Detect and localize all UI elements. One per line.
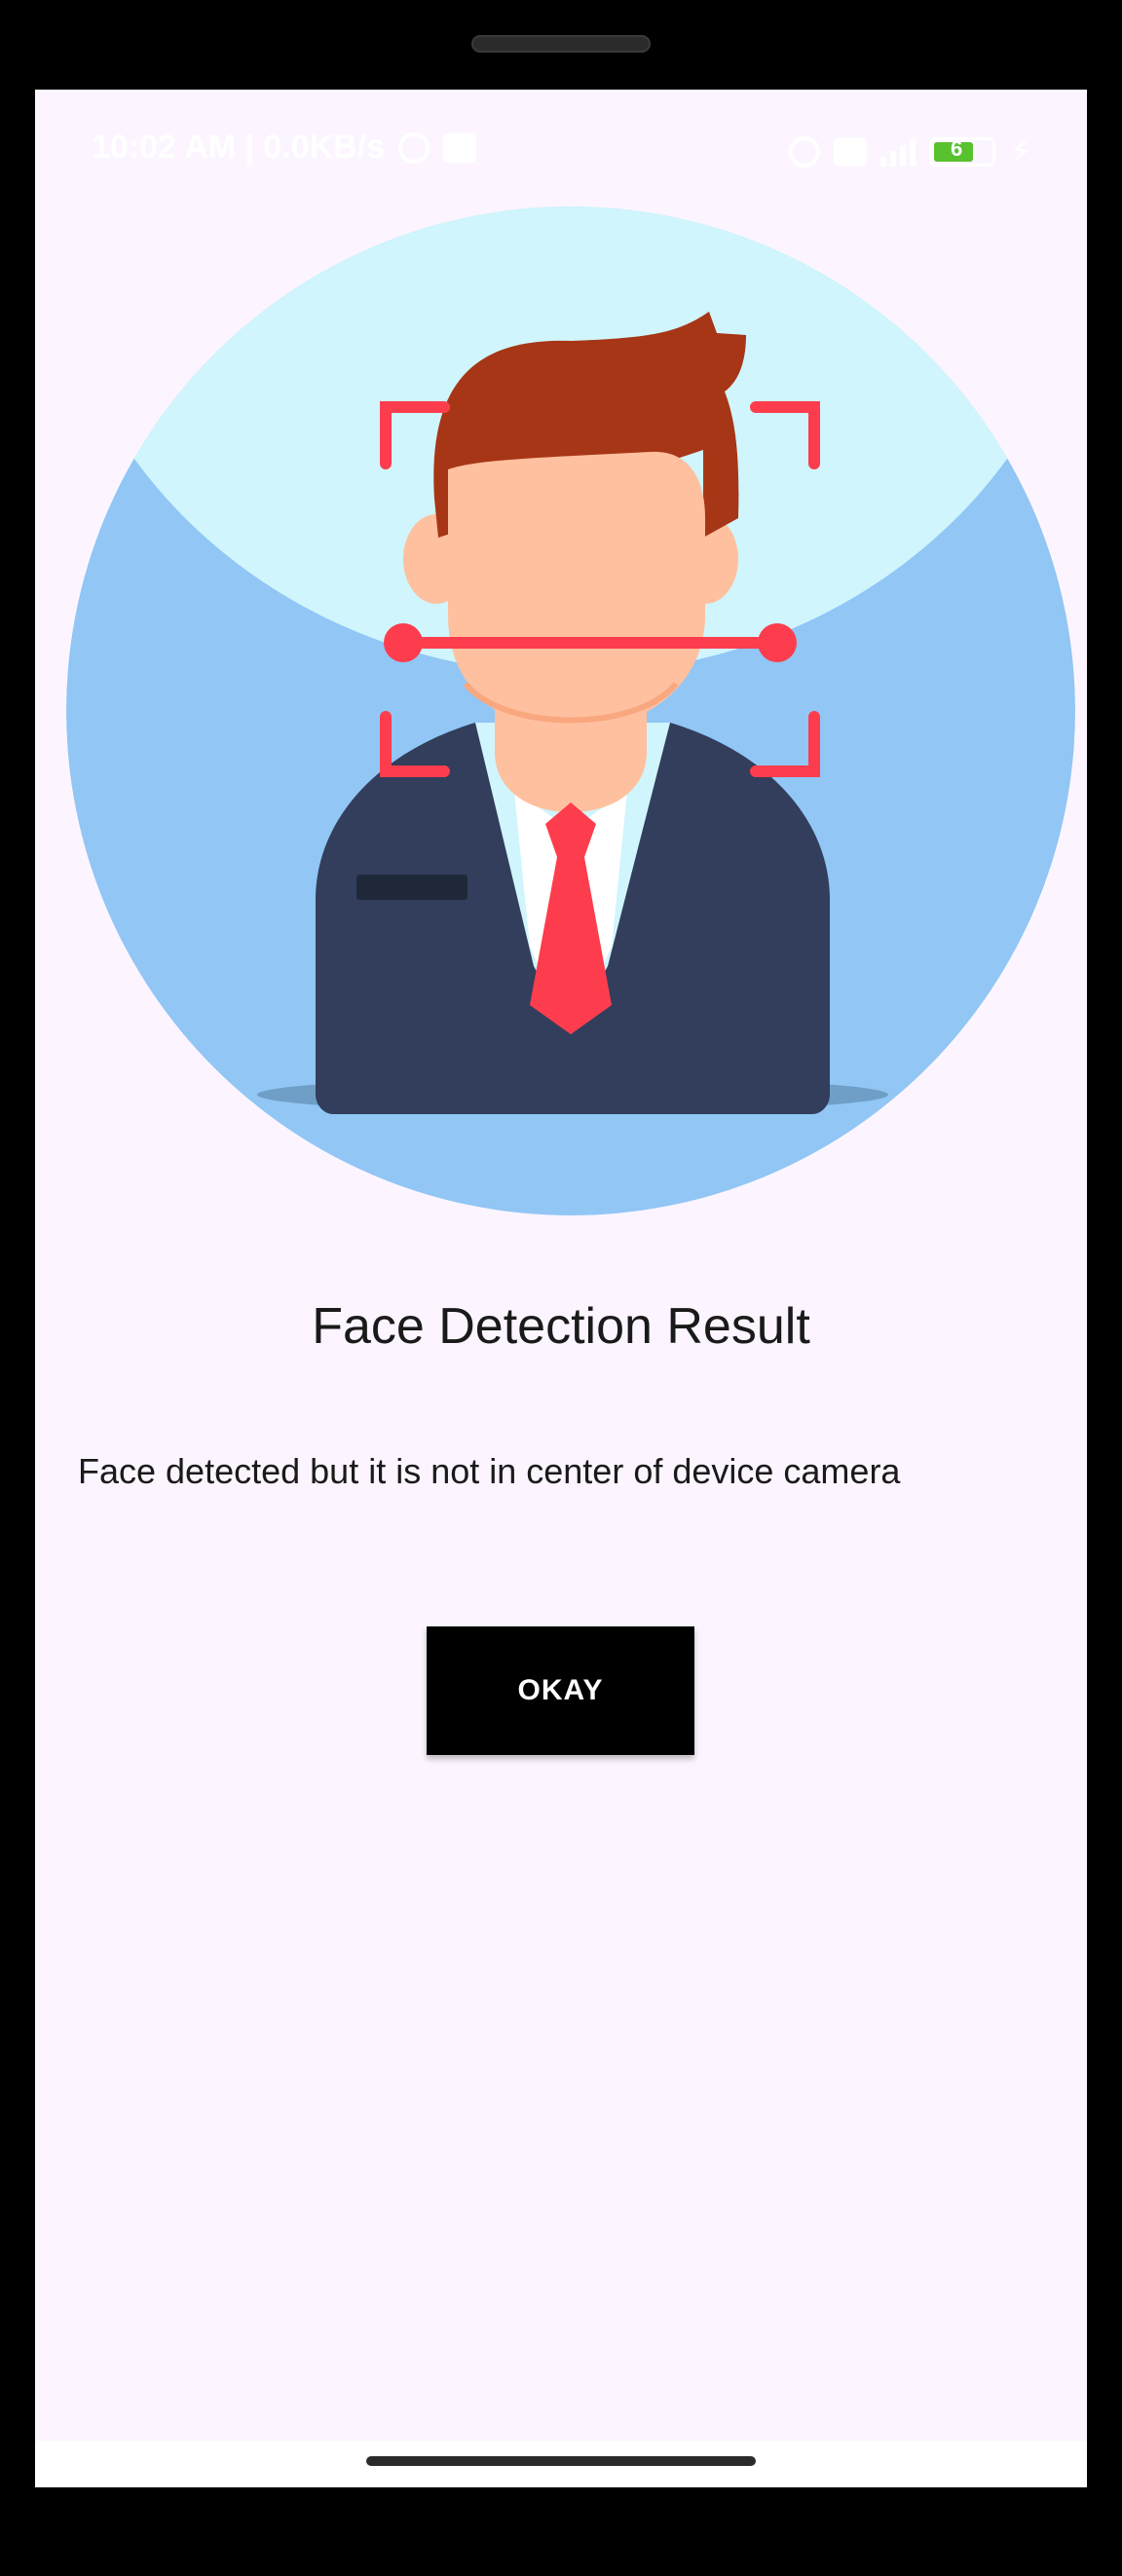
status-right-group: 6 ⚡ (789, 132, 1032, 171)
face-detection-person-icon (66, 206, 1075, 1215)
notification-icon (443, 132, 477, 163)
okay-button[interactable]: OKAY (427, 1626, 694, 1755)
earpiece-speaker (471, 35, 651, 53)
dialog-message: Face detected but it is not in center of… (78, 1451, 901, 1491)
dialog-title: Face Detection Result (312, 1298, 810, 1355)
face (448, 451, 705, 730)
scan-dot-left (384, 623, 423, 662)
phone-frame: 10:02 AM | 0.0KB/s 6 ⚡ Face Detection Re… (0, 0, 1122, 2576)
scan-dot-right (758, 623, 797, 662)
alarm-icon (398, 131, 430, 164)
gesture-nav-bar (35, 2441, 1087, 2487)
status-time: 10:02 AM | 0.0KB/s (92, 129, 386, 166)
home-indicator[interactable] (366, 2456, 756, 2466)
signal-icon (880, 137, 916, 167)
battery-level: 6 (951, 136, 963, 161)
name-badge (356, 875, 468, 900)
status-bar: 10:02 AM | 0.0KB/s 6 ⚡ (35, 90, 1087, 216)
charging-icon: ⚡ (1009, 133, 1032, 170)
app-screen: 10:02 AM | 0.0KB/s 6 ⚡ Face Detection Re… (35, 90, 1087, 2487)
status-left-group: 10:02 AM | 0.0KB/s (92, 129, 477, 167)
sim-icon (834, 137, 868, 167)
data-saver-icon (789, 136, 821, 168)
battery-icon: 6 (929, 136, 996, 167)
